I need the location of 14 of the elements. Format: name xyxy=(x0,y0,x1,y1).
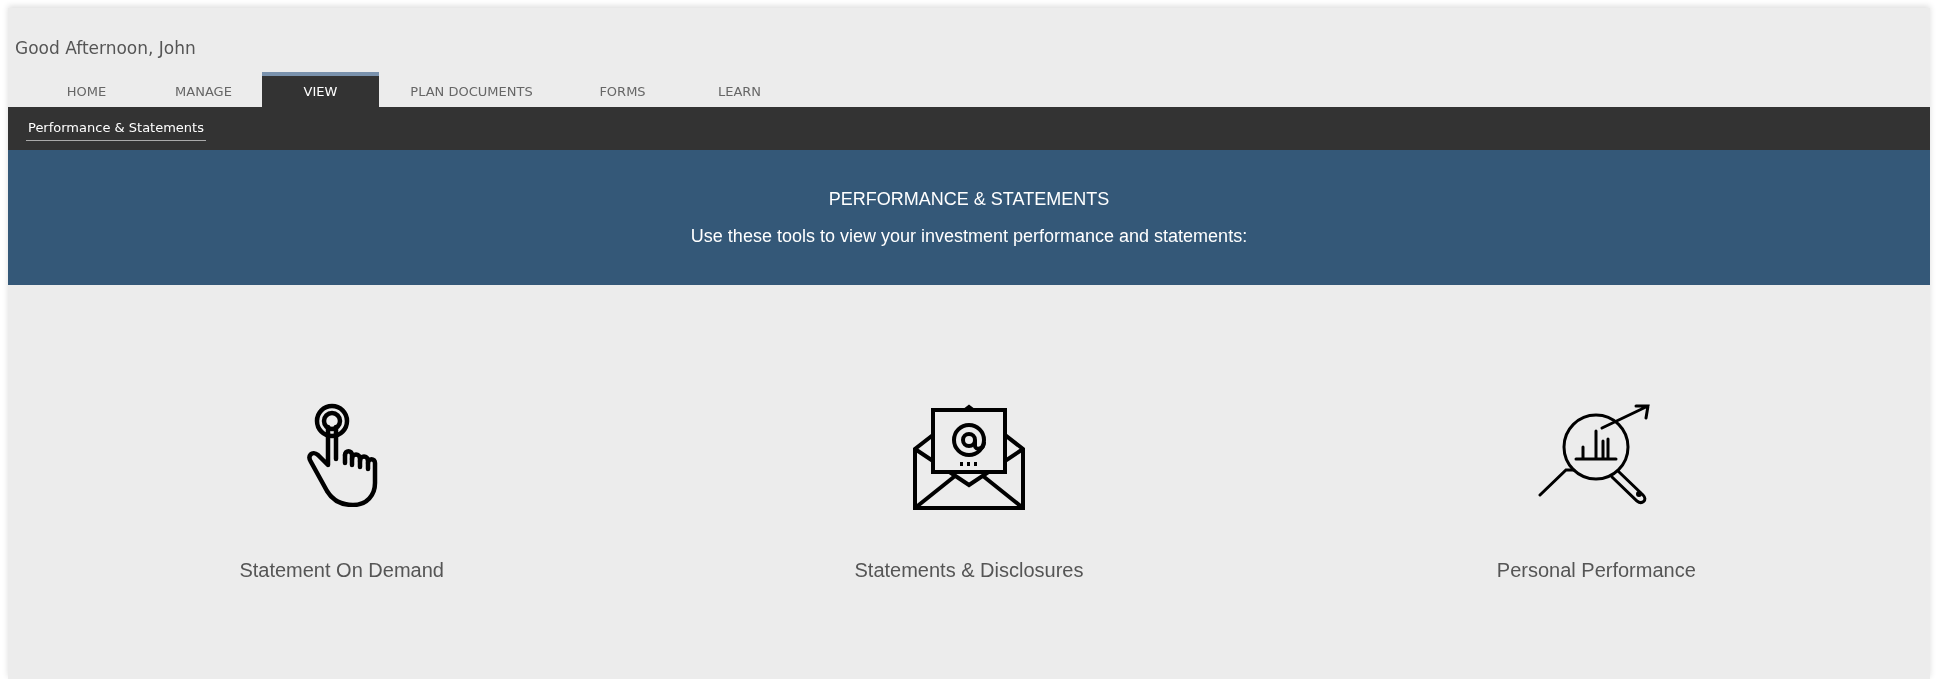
nav-tab[interactable]: PLAN DOCUMENTS xyxy=(379,72,564,107)
nav-tab[interactable]: HOME xyxy=(28,72,145,107)
tool-link[interactable]: Personal Performance xyxy=(1496,559,1696,582)
tool-link[interactable]: Statements & Disclosures xyxy=(854,559,1084,582)
tool-link[interactable]: Statement On Demand xyxy=(239,559,444,582)
banner-subtitle: Use these tools to view your investment performance and statements: xyxy=(690,225,1248,247)
nav-tab[interactable]: FORMS xyxy=(564,72,681,107)
banner-title: PERFORMANCE & STATEMENTS xyxy=(828,188,1110,210)
hand-tap-icon[interactable] xyxy=(304,403,379,507)
nav-tab[interactable]: VIEW xyxy=(262,72,379,107)
subnav-link[interactable]: Performance & Statements xyxy=(26,116,206,141)
nav-tab[interactable]: MANAGE xyxy=(145,72,262,107)
greeting-text: Good Afternoon, John xyxy=(14,37,197,60)
nav-tab[interactable]: LEARN xyxy=(681,72,798,107)
